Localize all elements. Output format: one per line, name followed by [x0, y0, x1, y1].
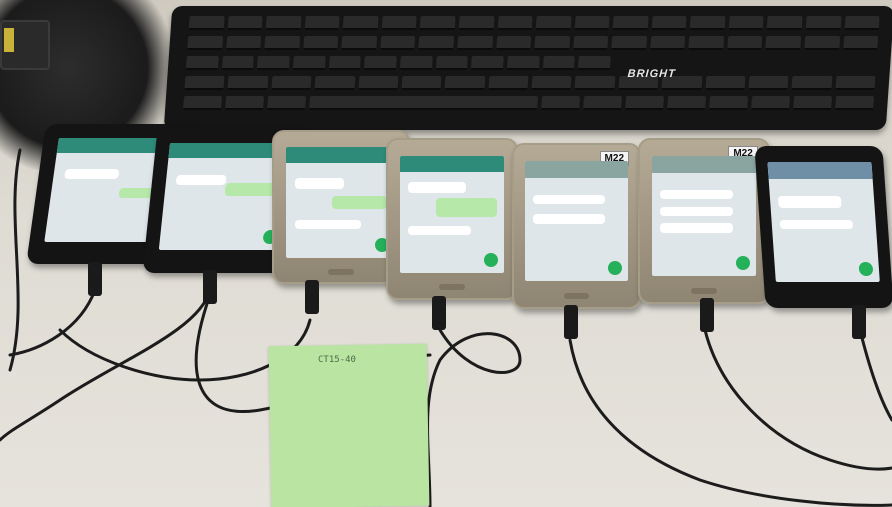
phone-screen: [286, 147, 396, 258]
photo-scene: BRIGHT M22 M22 CT15-40: [0, 0, 892, 507]
home-button: [327, 268, 355, 275]
phone-6: M22: [638, 138, 770, 304]
sticky-note-text: CT15-40: [318, 355, 356, 365]
phone-5: M22: [512, 143, 641, 309]
usb-plug: [700, 298, 714, 332]
home-button: [564, 292, 589, 299]
phone-screen: [651, 156, 757, 277]
usb-plug: [203, 270, 217, 304]
phone-screen: [525, 161, 628, 282]
usb-plug: [88, 262, 102, 296]
home-button: [439, 284, 465, 291]
sticky-note: [268, 343, 430, 507]
phone-screen: [766, 162, 881, 283]
phone-4: [386, 138, 518, 300]
usb-plug: [432, 296, 446, 330]
phone-screen: [399, 155, 505, 273]
phone-7: [754, 146, 892, 308]
usb-plug: [852, 305, 866, 339]
home-button: [691, 287, 717, 294]
usb-plug: [305, 280, 319, 314]
usb-plug: [564, 305, 578, 339]
